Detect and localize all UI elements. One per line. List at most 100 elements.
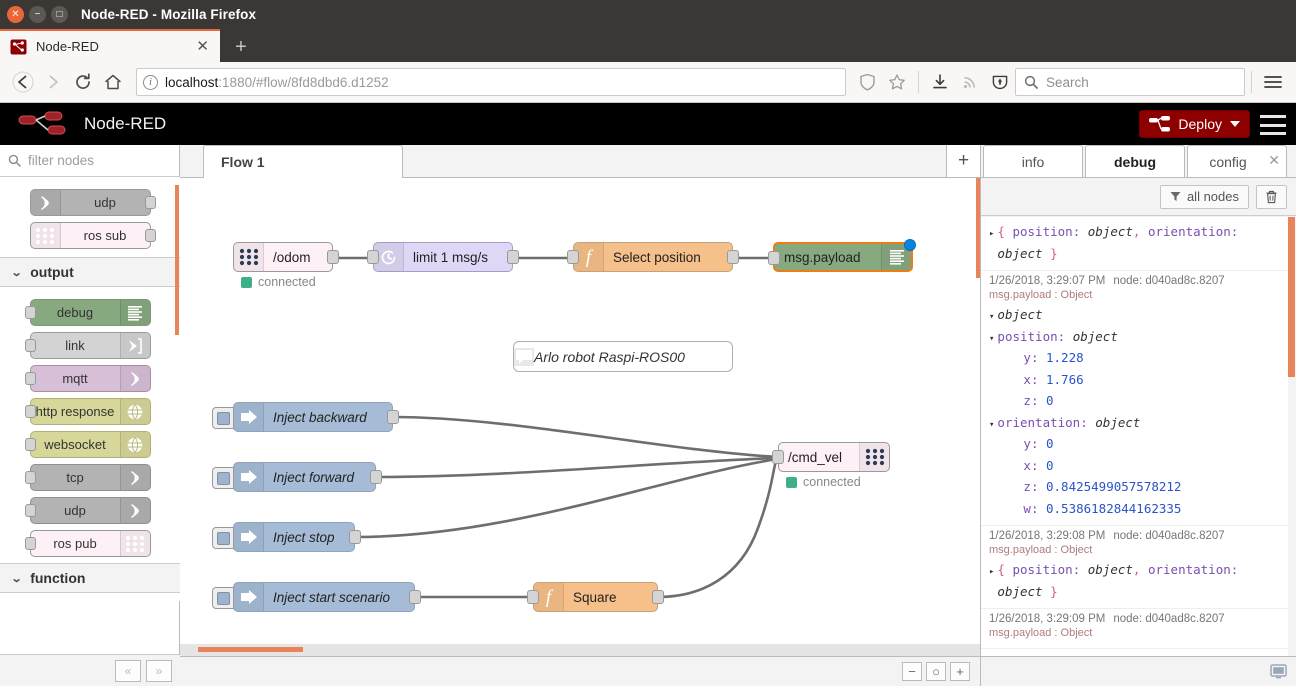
palette-collapse-all-button[interactable]: « bbox=[115, 659, 141, 682]
download-icon[interactable] bbox=[925, 67, 955, 97]
sidebar-tab-debug[interactable]: debug bbox=[1085, 145, 1185, 177]
palette-node-udp[interactable]: udp bbox=[29, 189, 156, 216]
flow-node-inject-backward[interactable]: Inject backward bbox=[212, 402, 399, 432]
browser-tab-close-icon[interactable]: ✕ bbox=[191, 39, 214, 54]
sidebar-tab-config[interactable]: config ✕ bbox=[1187, 145, 1287, 177]
flow-node-port-out[interactable] bbox=[349, 530, 361, 544]
site-info-icon[interactable]: i bbox=[143, 74, 158, 90]
inject-trigger-button[interactable] bbox=[212, 587, 234, 609]
flow-node-msg-payload-debug[interactable]: msg.payload bbox=[768, 239, 916, 272]
deploy-button[interactable]: Deploy bbox=[1139, 110, 1250, 138]
disclosure-triangle-icon[interactable]: ▸ bbox=[989, 567, 994, 577]
palette-node-mqtt[interactable]: mqtt bbox=[24, 365, 151, 392]
window-close-button[interactable]: ✕ bbox=[7, 6, 24, 23]
flow-node-square[interactable]: f Square bbox=[527, 582, 664, 612]
palette-expand-all-button[interactable]: » bbox=[146, 659, 172, 682]
flow-node-odom[interactable]: /odom bbox=[233, 242, 339, 272]
disclosure-triangle-icon[interactable]: ▾ bbox=[989, 420, 994, 430]
window-titlebar: ✕ − □ Node-RED - Mozilla Firefox bbox=[0, 0, 1296, 29]
window-maximize-button[interactable]: □ bbox=[51, 6, 68, 23]
palette-node-debug[interactable]: debug bbox=[24, 299, 151, 326]
back-icon[interactable] bbox=[8, 67, 38, 97]
flow-node-port-out[interactable] bbox=[387, 410, 399, 424]
flow-node-port-out[interactable] bbox=[652, 590, 664, 604]
flow-node-port-in[interactable] bbox=[772, 450, 784, 464]
debug-message[interactable]: ▸{ position: object, orientation: object… bbox=[981, 217, 1289, 271]
flow-node-cmd-vel[interactable]: /cmd_vel bbox=[772, 442, 890, 472]
inject-trigger-button[interactable] bbox=[212, 467, 234, 489]
window-minimize-button[interactable]: − bbox=[29, 6, 46, 23]
flow-node-port-out[interactable] bbox=[727, 250, 739, 264]
debug-lines-icon bbox=[119, 300, 150, 325]
sidebar-tab-info[interactable]: info bbox=[983, 145, 1083, 177]
flow-node-label: Square bbox=[573, 589, 617, 605]
inject-trigger-button[interactable] bbox=[212, 527, 234, 549]
url-bar[interactable]: i localhost:1880/#flow/8fd8dbd6.d1252 bbox=[136, 68, 846, 96]
flow-node-port-out[interactable] bbox=[327, 250, 339, 264]
display-toggle-icon[interactable] bbox=[1270, 664, 1287, 679]
flow-node-inject-forward[interactable]: Inject forward bbox=[212, 462, 382, 492]
palette-node-tcp[interactable]: tcp bbox=[24, 464, 151, 491]
home-icon[interactable] bbox=[98, 67, 128, 97]
browser-menu-icon[interactable] bbox=[1258, 67, 1288, 97]
palette-node-http-response[interactable]: http response bbox=[24, 398, 151, 425]
zoom-out-button[interactable]: − bbox=[902, 662, 922, 681]
palette-category-output[interactable]: ⌄ output bbox=[0, 257, 180, 287]
flow-node-port-in[interactable] bbox=[527, 590, 539, 604]
inject-arrow-icon bbox=[234, 523, 264, 551]
debug-message[interactable]: 1/26/2018, 3:29:07 PM node: d040ad8c.8207… bbox=[981, 271, 1289, 526]
flow-node-port-in[interactable] bbox=[367, 250, 379, 264]
canvas-horizontal-scrollbar[interactable] bbox=[180, 644, 980, 656]
reload-icon[interactable] bbox=[68, 67, 98, 97]
flow-node-port-out[interactable] bbox=[409, 590, 421, 604]
debug-message-list[interactable]: ▸{ position: object, orientation: object… bbox=[981, 217, 1296, 657]
palette-node-udp[interactable]: udp bbox=[24, 497, 151, 524]
debug-scroll-thumb[interactable] bbox=[1288, 217, 1295, 377]
flow-node-select-position[interactable]: f Select position bbox=[567, 242, 739, 272]
chevron-down-icon[interactable] bbox=[1230, 121, 1240, 127]
debug-filter-button[interactable]: all nodes bbox=[1159, 184, 1249, 209]
nodered-main-menu-icon[interactable] bbox=[1260, 115, 1286, 135]
palette-node-label: ros pub bbox=[53, 536, 97, 551]
flow-node-port-in[interactable] bbox=[768, 251, 780, 265]
search-bar[interactable]: Search bbox=[1015, 68, 1245, 96]
palette-category-function[interactable]: ⌄ function bbox=[0, 563, 180, 593]
flow-node-port-out[interactable] bbox=[507, 250, 519, 264]
bookmark-star-icon[interactable] bbox=[882, 67, 912, 97]
palette-node-ros-sub[interactable]: ros sub bbox=[29, 222, 156, 249]
flow-node-port-in[interactable] bbox=[567, 250, 579, 264]
add-flow-button[interactable]: + bbox=[946, 145, 980, 178]
inject-trigger-button[interactable] bbox=[212, 407, 234, 429]
palette-node-ros-pub[interactable]: ros pub bbox=[24, 530, 151, 557]
nodered-brand[interactable]: Node-RED bbox=[0, 111, 166, 137]
debug-scrollbar[interactable] bbox=[1288, 217, 1295, 657]
wave-icon bbox=[119, 498, 150, 523]
palette-node-websocket[interactable]: websocket bbox=[24, 431, 151, 458]
palette-node-link[interactable]: link bbox=[24, 332, 151, 359]
browser-tab-nodered[interactable]: Node-RED ✕ bbox=[0, 29, 220, 62]
palette-scrollbar[interactable] bbox=[175, 185, 179, 335]
debug-message[interactable]: 1/26/2018, 3:29:08 PM node: d040ad8c.8207… bbox=[981, 526, 1289, 609]
sidebar-close-icon[interactable]: ✕ bbox=[1268, 152, 1280, 169]
flow-tab-flow1[interactable]: Flow 1 bbox=[203, 145, 403, 178]
flow-node-port-out[interactable] bbox=[370, 470, 382, 484]
tracking-shield-icon[interactable] bbox=[852, 67, 882, 97]
new-tab-button[interactable]: + bbox=[225, 32, 257, 62]
flow-node-inject-start-scenario[interactable]: Inject start scenario bbox=[212, 582, 421, 612]
flow-node-inject-stop[interactable]: Inject stop bbox=[212, 522, 361, 552]
debug-clear-button[interactable] bbox=[1256, 184, 1287, 209]
flow-node-comment[interactable]: Arlo robot Raspi-ROS00 bbox=[513, 341, 733, 372]
canvas-scroll-thumb[interactable] bbox=[198, 647, 303, 652]
disclosure-triangle-icon[interactable]: ▾ bbox=[989, 334, 994, 344]
flow-canvas[interactable]: /odom connected limit 1 msg/s f Select posit… bbox=[180, 178, 980, 656]
zoom-in-button[interactable]: + bbox=[950, 662, 970, 681]
palette-filter-input[interactable]: filter nodes bbox=[0, 145, 179, 177]
disclosure-triangle-icon[interactable]: ▾ bbox=[989, 312, 994, 322]
grid-dots-icon bbox=[234, 243, 264, 271]
flow-node-limit[interactable]: limit 1 msg/s bbox=[367, 242, 519, 272]
pocket-save-icon[interactable] bbox=[985, 67, 1015, 97]
disclosure-triangle-icon[interactable]: ▸ bbox=[989, 229, 994, 239]
zoom-reset-button[interactable]: ○ bbox=[926, 662, 946, 681]
debug-message[interactable]: 1/26/2018, 3:29:09 PM node: d040ad8c.8207… bbox=[981, 609, 1289, 649]
